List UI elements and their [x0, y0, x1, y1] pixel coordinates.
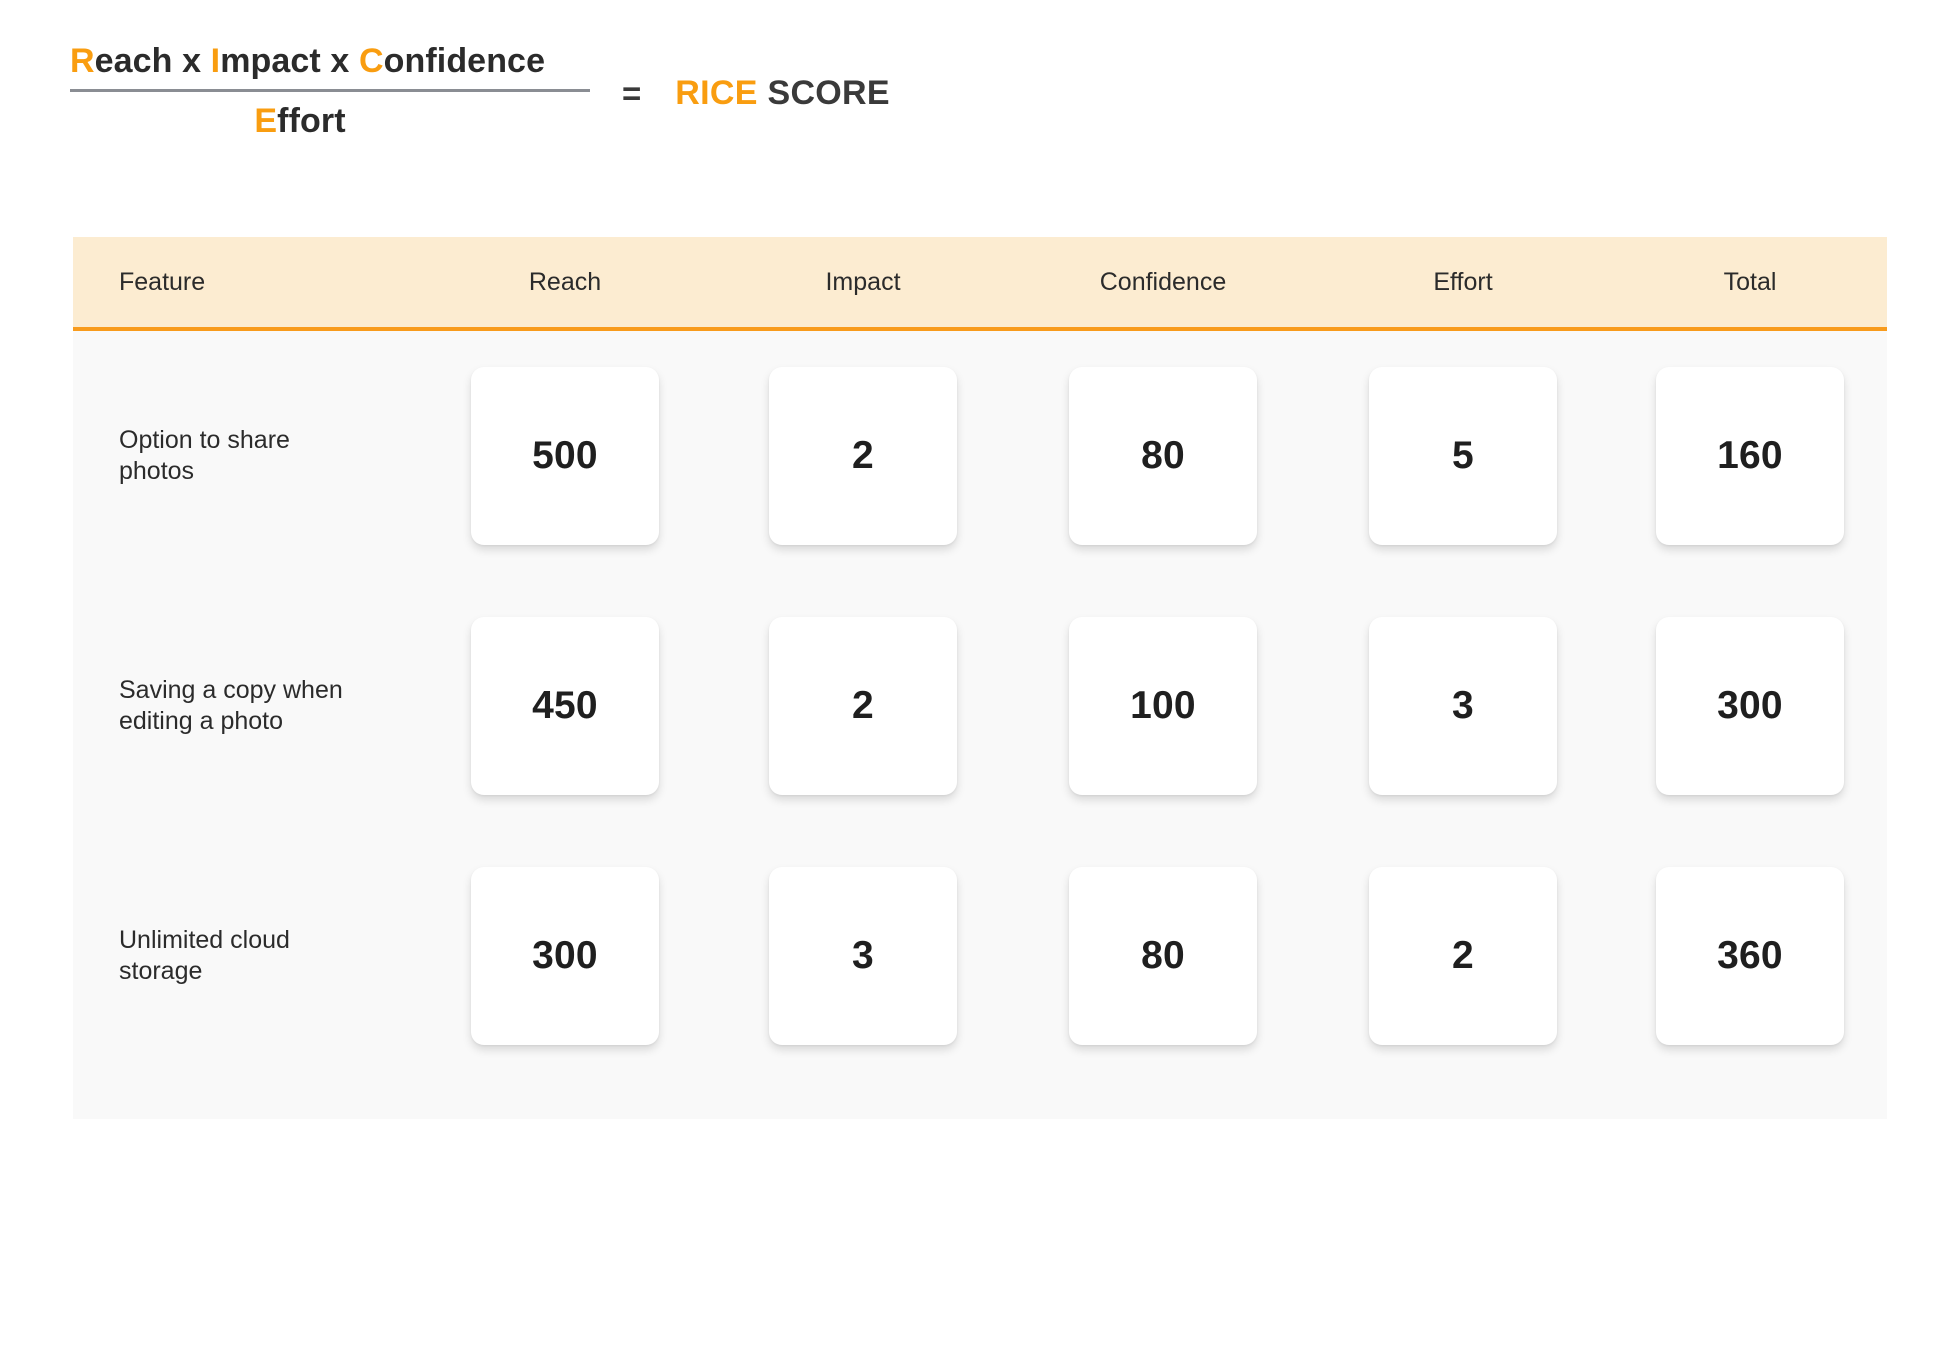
value-card-impact[interactable]: 2 [769, 617, 957, 795]
value-confidence: 80 [1141, 434, 1185, 477]
formula-letter-i: I [210, 42, 221, 80]
value-card-reach[interactable]: 500 [471, 367, 659, 545]
feature-name: Option to share photos [119, 425, 290, 486]
header-label-effort: Effort [1433, 267, 1493, 296]
formula-text-ffort: ffort [277, 102, 346, 141]
value-card-total[interactable]: 300 [1656, 617, 1844, 795]
header-cell-feature: Feature [73, 268, 417, 297]
cell-total: 300 [1613, 617, 1887, 795]
value-card-total[interactable]: 160 [1656, 367, 1844, 545]
value-total: 300 [1717, 684, 1783, 727]
value-impact: 3 [852, 934, 874, 977]
formula-letter-c: C [358, 42, 384, 80]
value-effort: 2 [1452, 934, 1474, 977]
value-card-confidence[interactable]: 100 [1069, 617, 1257, 795]
cell-impact: 3 [713, 867, 1013, 1045]
value-reach: 300 [532, 934, 598, 977]
cell-feature: Unlimited cloud storage [73, 925, 417, 988]
formula-text-mpact: mpact x [220, 42, 359, 80]
rice-score-label: RICE SCORE [675, 70, 890, 113]
value-reach: 500 [532, 434, 598, 477]
table-row: Unlimited cloud storage 300 3 80 2 360 [73, 831, 1887, 1081]
cell-effort: 2 [1313, 867, 1613, 1045]
header-label-total: Total [1723, 267, 1777, 296]
header-cell-effort: Effort [1313, 268, 1613, 297]
value-impact: 2 [852, 684, 874, 727]
value-card-effort[interactable]: 2 [1369, 867, 1557, 1045]
value-impact: 2 [852, 434, 874, 477]
cell-reach: 450 [417, 617, 713, 795]
table-row: Option to share photos 500 2 80 5 160 [73, 331, 1887, 581]
rice-formula-block: Reach x Impact x Confidence Effort = RIC… [0, 0, 1959, 225]
header-cell-total: Total [1613, 268, 1887, 297]
header-cell-reach: Reach [417, 268, 713, 297]
formula-letter-r: R [70, 42, 95, 80]
cell-confidence: 80 [1013, 867, 1313, 1045]
value-card-confidence[interactable]: 80 [1069, 367, 1257, 545]
score-word: SCORE [767, 74, 890, 113]
value-total: 360 [1717, 934, 1783, 977]
cell-confidence: 80 [1013, 367, 1313, 545]
rice-formula: Reach x Impact x Confidence Effort = RIC… [0, 0, 890, 141]
formula-text-each: each x [94, 42, 211, 80]
cell-effort: 5 [1313, 367, 1613, 545]
header-label-reach: Reach [528, 267, 602, 296]
rice-fraction: Reach x Impact x Confidence Effort [70, 42, 590, 141]
cell-total: 160 [1613, 367, 1887, 545]
cell-impact: 2 [713, 367, 1013, 545]
value-card-total[interactable]: 360 [1656, 867, 1844, 1045]
rice-scoring-table: Feature Reach Impact Confidence Effort T… [73, 237, 1887, 1119]
formula-denominator: Effort [70, 92, 590, 141]
header-label-confidence: Confidence [1099, 267, 1227, 296]
value-reach: 450 [532, 684, 598, 727]
value-card-confidence[interactable]: 80 [1069, 867, 1257, 1045]
header-label-feature: Feature [119, 267, 206, 296]
cell-reach: 500 [417, 367, 713, 545]
value-total: 160 [1717, 434, 1783, 477]
cell-effort: 3 [1313, 617, 1613, 795]
feature-name: Saving a copy when editing a photo [119, 675, 343, 736]
table-row: Saving a copy when editing a photo 450 2… [73, 581, 1887, 831]
table-body: Option to share photos 500 2 80 5 160 Sa… [73, 331, 1887, 1119]
table-header-row: Feature Reach Impact Confidence Effort T… [73, 237, 1887, 331]
value-effort: 5 [1452, 434, 1474, 477]
value-confidence: 100 [1130, 684, 1196, 727]
value-card-impact[interactable]: 2 [769, 367, 957, 545]
cell-total: 360 [1613, 867, 1887, 1045]
cell-reach: 300 [417, 867, 713, 1045]
formula-letter-e: E [254, 102, 278, 141]
cell-impact: 2 [713, 617, 1013, 795]
value-effort: 3 [1452, 684, 1474, 727]
value-card-effort[interactable]: 3 [1369, 617, 1557, 795]
cell-feature: Saving a copy when editing a photo [73, 675, 417, 738]
header-cell-confidence: Confidence [1013, 268, 1313, 297]
formula-text-onfidence: onfidence [383, 42, 546, 80]
value-card-reach[interactable]: 450 [471, 617, 659, 795]
value-card-effort[interactable]: 5 [1369, 367, 1557, 545]
rice-word: RICE [675, 74, 758, 113]
header-cell-impact: Impact [713, 268, 1013, 297]
header-label-impact: Impact [825, 267, 901, 296]
cell-confidence: 100 [1013, 617, 1313, 795]
cell-feature: Option to share photos [73, 425, 417, 488]
formula-numerator: Reach x Impact x Confidence [70, 42, 590, 89]
value-card-impact[interactable]: 3 [769, 867, 957, 1045]
feature-name: Unlimited cloud storage [119, 925, 290, 986]
equals-sign: = [622, 74, 642, 112]
value-card-reach[interactable]: 300 [471, 867, 659, 1045]
value-confidence: 80 [1141, 934, 1185, 977]
